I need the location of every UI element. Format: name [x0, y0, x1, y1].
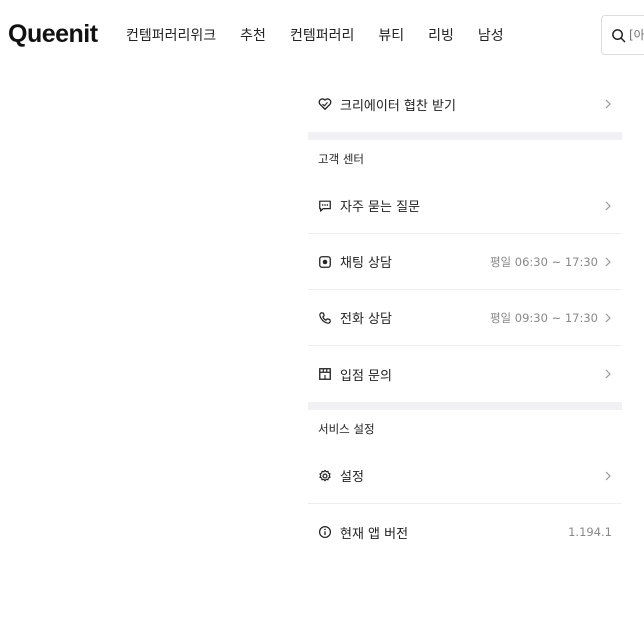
nav-contemporary-week[interactable]: 컨템퍼러리위크 [126, 25, 216, 45]
chevron-right-icon [605, 369, 611, 379]
info-icon [318, 525, 332, 539]
brand-logo[interactable]: Queenit [8, 20, 98, 49]
nav-beauty[interactable]: 뷰티 [378, 25, 404, 45]
phone-consult-hours: 평일 09:30 ~ 17:30 [489, 310, 598, 325]
chevron-right-icon [605, 257, 611, 266]
phone-consult-label: 전화 상담 [340, 312, 392, 327]
faq-row[interactable]: 자주 묻는 질문 [308, 178, 622, 234]
main-nav: 컨템퍼러리위크 추천 컨템퍼러리 뷰티 리빙 남성 [126, 25, 528, 45]
nav-living[interactable]: 리빙 [428, 25, 454, 45]
chat-bubble-icon [319, 255, 331, 268]
chat-icon [319, 200, 331, 212]
chevron-right-icon [605, 99, 611, 109]
search-box[interactable] [601, 15, 644, 55]
nav-recommend[interactable]: 추천 [240, 25, 266, 45]
phone-icon [319, 311, 331, 324]
heart-hand-icon [318, 98, 332, 110]
nav-contemporary[interactable]: 컨템퍼러리 [290, 25, 354, 45]
store-icon [319, 368, 331, 380]
app-version-label: 현재 앱 버전 [340, 526, 409, 542]
chevron-right-icon [605, 201, 611, 210]
service-section-title: 서비스 설정 [318, 422, 375, 436]
gear-icon [319, 469, 331, 481]
app-version-row: 현재 앱 버전 1.194.1 [308, 504, 622, 560]
chevron-right-icon [605, 471, 611, 480]
creator-sponsorship-row[interactable]: 크리에이터 협찬 받기 [308, 76, 622, 132]
section-gap [308, 132, 622, 140]
settings-row[interactable]: 설정 [308, 448, 622, 504]
my-page-menu: 크리에이터 협찬 받기 고객 센터 자주 묻는 질문 채팅 상담 평일 06:3… [308, 76, 622, 560]
chat-consult-row[interactable]: 채팅 상담 평일 06:30 ~ 17:30 [308, 234, 622, 290]
store-inquiry-row[interactable]: 입점 문의 [308, 346, 622, 402]
app-version-value: 1.194.1 [568, 525, 612, 539]
settings-label: 설정 [340, 470, 364, 485]
search-input[interactable] [629, 28, 644, 42]
nav-men[interactable]: 남성 [478, 25, 504, 45]
phone-consult-row[interactable]: 전화 상담 평일 09:30 ~ 17:30 [308, 290, 622, 346]
faq-label: 자주 묻는 질문 [340, 200, 421, 215]
top-header: Queenit 컨템퍼러리위크 추천 컨템퍼러리 뷰티 리빙 남성 [0, 0, 644, 68]
store-inquiry-label: 입점 문의 [340, 368, 392, 384]
creator-sponsorship-label: 크리에이터 협찬 받기 [340, 98, 456, 114]
chat-consult-label: 채팅 상담 [340, 256, 392, 271]
chat-consult-hours: 평일 06:30 ~ 17:30 [489, 254, 598, 269]
search-icon [612, 28, 626, 42]
chevron-right-icon [605, 313, 611, 322]
support-section-title: 고객 센터 [318, 152, 364, 166]
section-gap [308, 402, 622, 410]
